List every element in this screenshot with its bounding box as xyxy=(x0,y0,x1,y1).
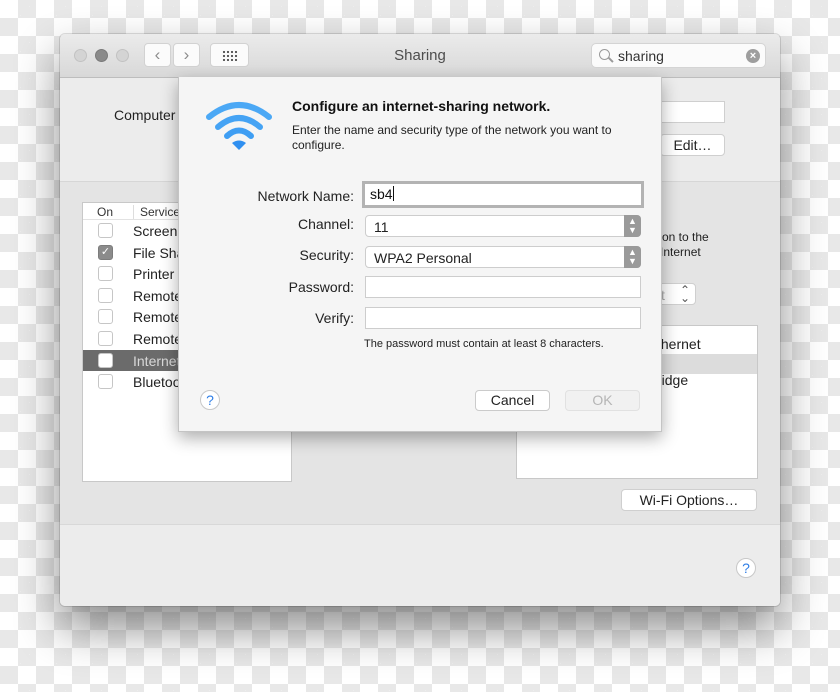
channel-label: Channel: xyxy=(297,216,354,232)
service-checkbox[interactable]: ✓ xyxy=(98,244,113,260)
channel-select[interactable]: 11 ▲ ▼ xyxy=(365,215,641,237)
service-checkbox[interactable] xyxy=(98,309,113,325)
sheet-title: Configure an internet-sharing network. xyxy=(292,98,551,114)
chevron-up-down-icon: ▲ ▼ xyxy=(624,246,641,268)
network-name-input[interactable]: sb4 xyxy=(362,181,644,208)
chevron-up-down-icon: ⌃ ⌄ xyxy=(679,283,690,305)
service-label: Internet xyxy=(133,352,181,369)
service-label: File Sha xyxy=(133,244,185,261)
wifi-icon xyxy=(206,102,272,150)
sheet-help-button[interactable]: ? xyxy=(200,390,220,410)
edit-button[interactable]: Edit… xyxy=(660,134,725,156)
column-header-service[interactable]: Service xyxy=(133,205,180,219)
wifi-options-button[interactable]: Wi-Fi Options… xyxy=(621,489,757,511)
text-caret xyxy=(392,186,394,201)
service-checkbox[interactable] xyxy=(98,330,113,346)
channel-value: 11 xyxy=(374,219,389,235)
password-label: Password: xyxy=(288,279,354,295)
title-bar: ‹ › Sharing sharing × xyxy=(60,34,780,78)
help-button[interactable]: ? xyxy=(736,558,756,578)
password-hint: The password must contain at least 8 cha… xyxy=(364,338,604,350)
verify-label: Verify: xyxy=(315,310,354,326)
security-value: WPA2 Personal xyxy=(374,250,472,266)
network-name-value: sb4 xyxy=(370,186,393,202)
computer-name-field[interactable] xyxy=(660,101,725,123)
service-label: Printer xyxy=(133,266,175,283)
service-label: Bluetoo xyxy=(133,374,181,391)
search-icon xyxy=(599,49,610,60)
port-label: thernet xyxy=(657,336,701,352)
checkmark-icon: ✓ xyxy=(100,245,111,258)
service-checkbox[interactable] xyxy=(98,374,113,390)
service-label: Remote xyxy=(133,287,183,304)
search-field[interactable]: sharing × xyxy=(591,43,766,68)
window-footer: ? xyxy=(60,524,780,606)
service-label: Remote xyxy=(133,330,183,347)
network-name-label: Network Name: xyxy=(257,188,354,204)
password-input[interactable] xyxy=(365,276,641,298)
clear-search-icon[interactable]: × xyxy=(746,49,760,63)
configure-network-sheet: Configure an internet-sharing network. E… xyxy=(178,77,662,432)
service-checkbox[interactable] xyxy=(98,352,113,368)
security-label: Security: xyxy=(299,247,354,263)
service-label: Remote xyxy=(133,309,183,326)
verify-input[interactable] xyxy=(365,307,641,329)
column-header-on[interactable]: On xyxy=(97,205,113,219)
chevron-up-down-icon: ▲ ▼ xyxy=(624,215,641,237)
cancel-button[interactable]: Cancel xyxy=(475,390,550,411)
ok-button[interactable]: OK xyxy=(565,390,640,411)
service-label: Screen xyxy=(133,223,178,239)
service-checkbox[interactable] xyxy=(98,266,113,282)
service-checkbox[interactable] xyxy=(98,287,113,303)
security-select[interactable]: WPA2 Personal ▲ ▼ xyxy=(365,246,641,268)
computer-name-label: Computer xyxy=(114,107,176,123)
service-checkbox[interactable] xyxy=(98,223,113,238)
search-input[interactable]: sharing xyxy=(618,48,664,64)
sheet-description: Enter the name and security type of the … xyxy=(292,123,612,152)
